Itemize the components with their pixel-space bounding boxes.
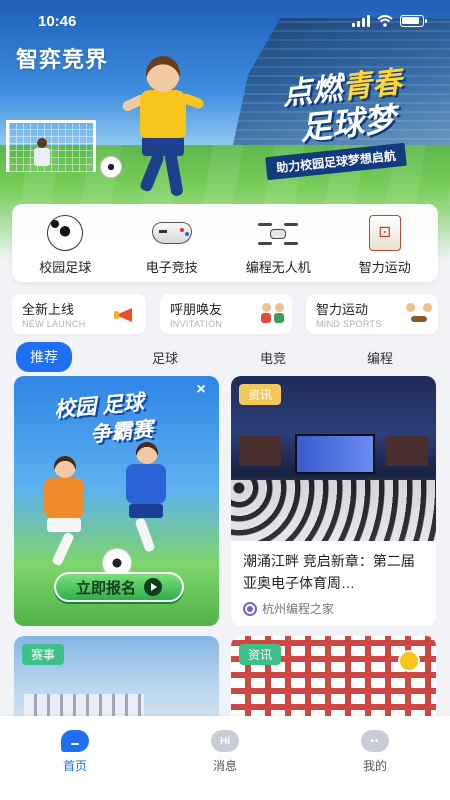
source-logo-icon — [243, 601, 257, 616]
feature-row: 全新上线 NEW LAUNCH 呼朋唤友 INVITATION 智力运动 MIN… — [12, 294, 438, 334]
news-title: 潮涌江畔 竞启新章：第二届亚奥电子体育周… — [243, 553, 415, 591]
status-bar: 10:46 — [0, 0, 450, 42]
friends-icon — [260, 302, 284, 326]
cell-signal-icon — [352, 15, 370, 27]
feature-mind-sports[interactable]: 智力运动 MIND SPORTS — [306, 294, 438, 334]
category-label: 智力运动 — [358, 259, 411, 275]
play-icon — [144, 578, 162, 596]
nav-home[interactable]: 首页 — [30, 730, 120, 800]
feature-new-launch[interactable]: 全新上线 NEW LAUNCH — [12, 294, 146, 334]
category-grid: 校园足球 电子竞技 编程无人机 ⚀ 智力运动 — [12, 204, 438, 282]
nav-label: 首页 — [62, 759, 87, 773]
tab-esports[interactable]: 电竞 — [260, 348, 286, 367]
soccer-player-illustration — [118, 56, 228, 206]
promo-card[interactable]: × 校园 足球 争霸赛 立即报名 — [14, 376, 219, 626]
nav-messages[interactable]: Hi 消息 — [180, 730, 270, 800]
soccer-ball-illustration — [100, 156, 122, 178]
board-game-icon — [406, 302, 432, 326]
category-campus-football[interactable]: 校园足球 — [17, 214, 113, 276]
player-blue-illustration — [126, 442, 166, 553]
category-label: 编程无人机 — [245, 259, 311, 275]
soccer-ball-icon — [47, 214, 84, 251]
hero-slogan: 点燃青春 足球梦 — [281, 66, 408, 148]
category-tabs: 推荐 足球 电竞 编程 — [16, 342, 436, 372]
category-drone-programming[interactable]: 编程无人机 — [230, 215, 326, 276]
gamepad-icon — [151, 221, 192, 244]
nav-label: 我的 — [362, 759, 387, 773]
tab-programming[interactable]: 编程 — [367, 348, 393, 367]
slogan-accent: 青春 — [340, 65, 404, 106]
event-tag: 赛事 — [22, 644, 65, 665]
category-label: 电子竞技 — [145, 259, 198, 275]
close-icon[interactable]: × — [193, 382, 209, 398]
app-brand-title: 智弈竞界 — [16, 47, 109, 73]
category-esports[interactable]: 电子竞技 — [124, 215, 220, 276]
tab-football[interactable]: 足球 — [152, 348, 178, 367]
news-tag: 资讯 — [239, 644, 282, 665]
nav-profile[interactable]: •• 我的 — [330, 730, 420, 800]
message-icon: Hi — [211, 730, 239, 752]
signup-button[interactable]: 立即报名 — [54, 572, 184, 602]
megaphone-icon — [114, 302, 138, 326]
category-mind-sports[interactable]: ⚀ 智力运动 — [337, 214, 433, 276]
tab-recommend[interactable]: 推荐 — [16, 342, 72, 372]
category-label: 校园足球 — [39, 259, 92, 275]
status-time: 10:46 — [38, 12, 77, 30]
home-icon — [61, 730, 89, 752]
signup-label: 立即报名 — [75, 579, 136, 597]
drone-icon — [258, 220, 299, 246]
news-card[interactable]: 资讯 潮涌江畔 竞启新章：第二届亚奥电子体育周… 杭州编程之家 — [231, 376, 436, 626]
player-orange-illustration — [44, 456, 84, 567]
gold-medal-icon — [398, 650, 420, 672]
profile-icon: •• — [361, 730, 389, 752]
wifi-icon — [377, 15, 393, 27]
feature-invitation[interactable]: 呼朋唤友 INVITATION — [160, 294, 292, 334]
battery-icon — [400, 15, 427, 27]
chess-tile-icon: ⚀ — [368, 214, 401, 251]
goalkeeper-illustration — [34, 138, 50, 166]
news-tag: 资讯 — [239, 384, 282, 405]
news-source: 杭州编程之家 — [262, 602, 335, 616]
nav-label: 消息 — [212, 759, 237, 773]
slogan-part1: 点燃 — [280, 72, 344, 112]
goal-net-illustration — [6, 120, 96, 172]
bottom-nav: 首页 Hi 消息 •• 我的 — [0, 716, 450, 800]
